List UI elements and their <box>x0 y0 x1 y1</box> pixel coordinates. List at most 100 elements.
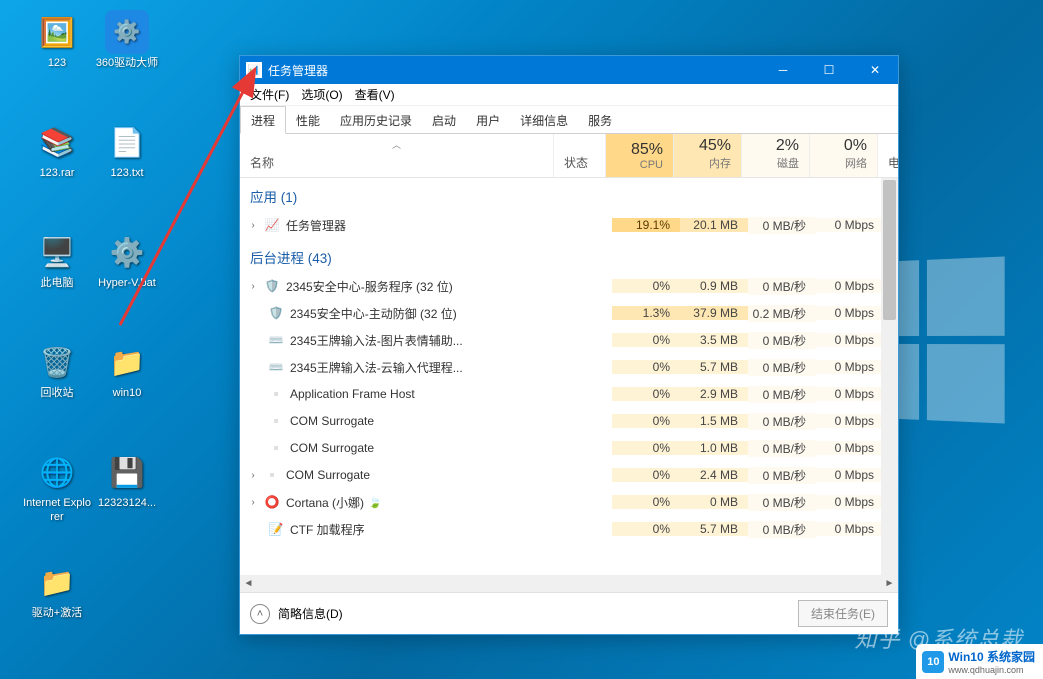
col-name[interactable]: ︿ 名称 <box>240 134 554 177</box>
tab-app-history[interactable]: 应用历史记录 <box>330 107 422 133</box>
desktop-icon[interactable]: 🗑️回收站 <box>22 340 92 400</box>
desktop-icon[interactable]: 🖼️ 123 <box>22 10 92 70</box>
process-icon: ⭕ <box>264 494 280 510</box>
menu-options[interactable]: 选项(O) <box>295 84 348 105</box>
process-icon: ▫️ <box>268 413 284 429</box>
process-name: 🛡️2345安全中心-主动防御 (32 位) <box>260 305 560 322</box>
disk-cell: 0.2 MB/秒 <box>748 305 816 322</box>
process-row[interactable]: ▫️COM Surrogate0%1.0 MB0 MB/秒0 Mbps <box>240 435 898 462</box>
tabbar: 进程 性能 应用历史记录 启动 用户 详细信息 服务 <box>240 106 898 134</box>
expand-chevron-icon[interactable]: › <box>246 220 260 231</box>
cpu-cell: 0% <box>612 414 680 428</box>
process-icon: ⌨️ <box>268 359 284 375</box>
desktop-icon[interactable]: 📁win10 <box>92 340 162 400</box>
col-memory[interactable]: 45% 内存 <box>674 134 742 177</box>
scroll-right-icon[interactable]: ► <box>881 575 898 592</box>
memory-cell: 37.9 MB <box>680 306 748 320</box>
memory-cell: 0.9 MB <box>680 279 748 293</box>
file-icon: 🌐 <box>35 450 79 494</box>
col-network[interactable]: 0% 网络 <box>810 134 878 177</box>
desktop-icon[interactable]: 🖥️此电脑 <box>22 230 92 290</box>
fewer-details-icon[interactable]: ˄ <box>250 604 270 624</box>
col-cpu[interactable]: 85% CPU <box>606 134 674 177</box>
process-row[interactable]: ›⭕Cortana (小娜)🍃0%0 MB0 MB/秒0 Mbps <box>240 489 898 516</box>
desktop-icon[interactable]: 📚123.rar <box>22 120 92 180</box>
disk-cell: 0 MB/秒 <box>748 494 816 511</box>
process-row[interactable]: ›📈任务管理器19.1%20.1 MB0 MB/秒0 Mbps <box>240 212 898 239</box>
process-icon: ▫️ <box>268 386 284 402</box>
disk-cell: 0 MB/秒 <box>748 332 816 349</box>
process-list[interactable]: 应用 (1)›📈任务管理器19.1%20.1 MB0 MB/秒0 Mbps后台进… <box>240 178 898 575</box>
file-icon: 📄 <box>105 120 149 164</box>
cpu-cell: 0% <box>612 522 680 536</box>
tab-users[interactable]: 用户 <box>466 107 510 133</box>
fewer-details-link[interactable]: 简略信息(D) <box>278 605 343 622</box>
process-icon: ▫️ <box>268 440 284 456</box>
task-manager-window: 📊 任务管理器 ─ ☐ ✕ 文件(F) 选项(O) 查看(V) 进程 性能 应用… <box>239 55 899 635</box>
file-icon: 📁 <box>105 340 149 384</box>
desktop-icon-label: 123 <box>48 56 66 70</box>
footer: ˄ 简略信息(D) 结束任务(E) <box>240 592 898 634</box>
desktop-icon[interactable]: 📄 123.txt <box>92 120 162 180</box>
desktop-icon[interactable]: ⚙️360驱动大师 <box>92 10 162 70</box>
group-header: 应用 (1) <box>240 178 898 212</box>
titlebar[interactable]: 📊 任务管理器 ─ ☐ ✕ <box>240 56 898 84</box>
tab-processes[interactable]: 进程 <box>240 106 286 134</box>
window-title: 任务管理器 <box>268 62 760 79</box>
file-icon: 🗑️ <box>35 340 79 384</box>
disk-cell: 0 MB/秒 <box>748 217 816 234</box>
process-name: ▫️Application Frame Host <box>260 386 560 402</box>
file-icon: ⚙️ <box>105 10 149 54</box>
process-row[interactable]: ⌨️2345王牌输入法-云输入代理程...0%5.7 MB0 MB/秒0 Mbp… <box>240 354 898 381</box>
process-row[interactable]: ›🛡️2345安全中心-服务程序 (32 位)0%0.9 MB0 MB/秒0 M… <box>240 273 898 300</box>
disk-cell: 0 MB/秒 <box>748 521 816 538</box>
desktop-icon[interactable]: 📁驱动+激活 <box>22 560 92 620</box>
process-row[interactable]: ›▫️COM Surrogate0%2.4 MB0 MB/秒0 Mbps <box>240 462 898 489</box>
maximize-button[interactable]: ☐ <box>806 56 852 84</box>
vertical-scrollbar[interactable] <box>881 178 898 575</box>
col-power[interactable]: 电 <box>878 134 898 177</box>
process-icon: 🛡️ <box>268 305 284 321</box>
network-cell: 0 Mbps <box>816 495 884 509</box>
network-cell: 0 Mbps <box>816 414 884 428</box>
process-row[interactable]: 🛡️2345安全中心-主动防御 (32 位)1.3%37.9 MB0.2 MB/… <box>240 300 898 327</box>
horizontal-scrollbar[interactable]: ◄ ► <box>240 575 898 592</box>
expand-chevron-icon[interactable]: › <box>246 281 260 292</box>
expand-chevron-icon[interactable]: › <box>246 497 260 508</box>
desktop-icon[interactable]: 🌐Internet Explorer <box>22 450 92 524</box>
process-row[interactable]: ▫️COM Surrogate0%1.5 MB0 MB/秒0 Mbps <box>240 408 898 435</box>
process-icon: ⌨️ <box>268 332 284 348</box>
process-name: ⌨️2345王牌输入法-图片表情辅助... <box>260 332 560 349</box>
menu-view[interactable]: 查看(V) <box>349 84 401 105</box>
tab-services[interactable]: 服务 <box>578 107 622 133</box>
memory-cell: 3.5 MB <box>680 333 748 347</box>
menu-file[interactable]: 文件(F) <box>244 84 295 105</box>
process-name: ⭕Cortana (小娜)🍃 <box>260 494 560 511</box>
process-row[interactable]: 📝CTF 加载程序0%5.7 MB0 MB/秒0 Mbps <box>240 516 898 543</box>
scroll-left-icon[interactable]: ◄ <box>240 575 257 592</box>
network-cell: 0 Mbps <box>816 218 884 232</box>
expand-chevron-icon[interactable]: › <box>246 470 260 481</box>
network-cell: 0 Mbps <box>816 468 884 482</box>
disk-cell: 0 MB/秒 <box>748 467 816 484</box>
network-cell: 0 Mbps <box>816 333 884 347</box>
col-disk[interactable]: 2% 磁盘 <box>742 134 810 177</box>
desktop-icon-label: 123.rar <box>40 166 75 180</box>
minimize-button[interactable]: ─ <box>760 56 806 84</box>
col-status[interactable]: 状态 <box>554 134 606 177</box>
cpu-cell: 0% <box>612 387 680 401</box>
process-name: ▫️COM Surrogate <box>260 413 560 429</box>
tab-performance[interactable]: 性能 <box>286 107 330 133</box>
desktop-icon[interactable]: ⚙️Hyper-V.bat <box>92 230 162 290</box>
process-icon: 📝 <box>268 521 284 537</box>
close-button[interactable]: ✕ <box>852 56 898 84</box>
tab-startup[interactable]: 启动 <box>422 107 466 133</box>
file-icon: 🖼️ <box>35 10 79 54</box>
process-row[interactable]: ▫️Application Frame Host0%2.9 MB0 MB/秒0 … <box>240 381 898 408</box>
file-icon: ⚙️ <box>105 230 149 274</box>
tab-details[interactable]: 详细信息 <box>510 107 578 133</box>
desktop-icon-label: 123.txt <box>110 166 143 180</box>
process-name: 📝CTF 加载程序 <box>260 521 560 538</box>
process-row[interactable]: ⌨️2345王牌输入法-图片表情辅助...0%3.5 MB0 MB/秒0 Mbp… <box>240 327 898 354</box>
desktop-icon[interactable]: 💾12323124... <box>92 450 162 510</box>
